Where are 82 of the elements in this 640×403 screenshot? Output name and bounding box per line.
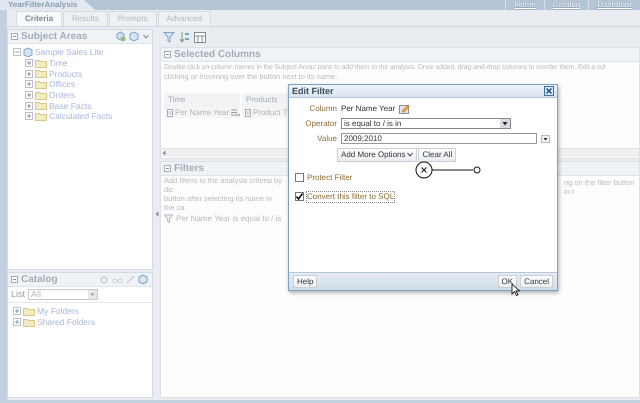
edit-icon[interactable] [399,104,410,114]
collapse-arrow-icon[interactable] [154,210,158,216]
expand-icon[interactable] [13,318,21,326]
dialog-button[interactable]: OK [498,274,518,288]
column-icon [167,108,173,117]
analysis-title: YearFilterAnalysis [0,0,96,10]
dialog-button[interactable]: Cancel [520,274,553,288]
table-icon[interactable] [194,32,206,42]
folder-icon [35,101,47,110]
tab[interactable]: Advanced [158,11,212,26]
help-button[interactable]: Help [293,274,318,288]
collapse-icon[interactable] [13,48,21,56]
expand-icon[interactable] [25,80,33,88]
collapse-icon[interactable] [164,51,171,58]
expand-icon[interactable] [13,307,21,316]
filter-icon[interactable] [163,31,175,43]
expand-icon[interactable] [25,102,33,110]
tab[interactable]: Prompts [108,11,156,26]
collapse-icon[interactable] [11,33,18,40]
cube-icon [23,47,33,58]
column-heading: Time [164,93,240,107]
field-label: Column [308,104,337,114]
list-dropdown[interactable]: All [28,289,98,300]
expand-icon[interactable] [25,91,33,100]
folder-icon [35,80,47,89]
tab[interactable]: Criteria [16,11,62,26]
folder-icon [23,318,35,327]
expand-icon[interactable] [25,70,33,78]
caret-icon[interactable] [143,34,149,39]
collapse-icon[interactable] [164,165,171,172]
tree-item[interactable]: Time [49,58,68,68]
sort-icon[interactable] [179,31,190,43]
tree-item[interactable]: Offices [49,79,76,90]
panel-title: Subject Areas [21,30,88,42]
folder-icon [35,69,47,78]
folder-icon [35,112,47,121]
folder-icon [35,90,47,100]
tree-item[interactable]: My Folders [37,306,80,316]
caret-icon [407,152,414,158]
collapse-icon[interactable] [11,276,18,283]
checkbox-label[interactable]: Convert this filter to SQL [307,192,394,202]
scroll-left-icon[interactable] [161,150,167,156]
caret-icon [500,119,510,128]
field-label: List [11,289,26,300]
tree-item[interactable]: Orders [49,90,75,100]
operator-dropdown[interactable]: is equal to / is in [341,118,511,129]
folder-icon [35,58,47,68]
tree-item[interactable]: Shared Folders [37,316,96,328]
panel-title: Filters [174,162,204,174]
tree-item[interactable]: Products [49,68,83,79]
expand-icon[interactable] [25,112,33,120]
checkbox[interactable] [295,172,304,182]
checkbox-label[interactable]: Protect Filter [307,172,352,182]
field-label: Operator [304,118,337,128]
cube-icon[interactable] [138,274,149,285]
column-name: Per Name Year [341,104,396,114]
tab[interactable]: Results [63,11,108,26]
column-item[interactable]: Per Name Year [164,106,240,118]
dialog-button[interactable]: Clear All [418,148,456,162]
column-heading: Products [242,93,288,107]
tree-item[interactable]: Calculated Facts [49,111,112,122]
add-cube-icon[interactable] [115,31,126,42]
tree-item[interactable]: Sample Sales Lite [35,47,104,58]
field-label: Value [316,134,337,144]
cube-icon[interactable] [129,31,140,42]
dialog-title: Edit Filter [292,86,334,96]
caret-icon [88,290,98,299]
folder-icon [23,306,35,316]
column-item[interactable]: Product T [242,106,288,118]
expand-icon[interactable] [25,59,33,68]
panel-title: Selected Columns [174,48,261,60]
checkbox[interactable] [295,192,304,202]
value-input[interactable]: 2009;2010 [341,133,537,144]
column-icon [245,108,251,117]
dialog-button[interactable]: Add More Options [337,148,418,162]
column-menu-icon[interactable] [231,109,240,116]
dropdown-icon[interactable] [541,134,550,142]
filter-icon [164,214,173,224]
panel-title: Catalog [21,274,58,286]
tree-item[interactable]: Base Facts [49,100,92,111]
filter-item[interactable]: Per Name Year is equal to / is [176,214,282,224]
close-icon[interactable] [544,86,554,96]
